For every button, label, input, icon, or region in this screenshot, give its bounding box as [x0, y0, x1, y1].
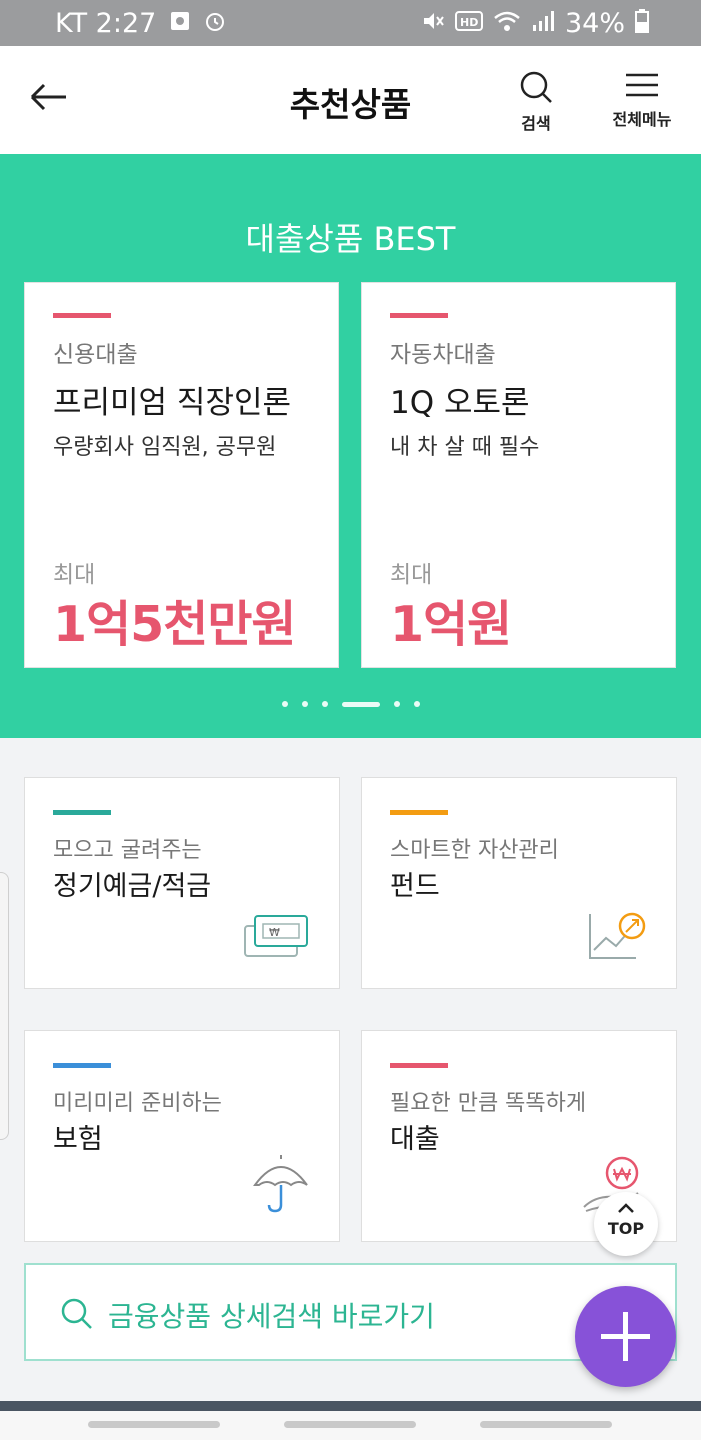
- wifi-icon: [493, 9, 521, 39]
- status-bar: KT 2:27 HD 34%: [0, 0, 701, 46]
- card-category: 신용대출: [53, 342, 138, 368]
- umbrella-icon: [253, 1155, 309, 1217]
- category-title: 보험: [53, 1124, 103, 1155]
- scroll-top-label: TOP: [607, 1219, 645, 1238]
- menu-button[interactable]: 전체메뉴: [608, 70, 676, 130]
- carrier-time: KT 2:27: [55, 8, 157, 39]
- card-max-label: 최대: [53, 562, 96, 588]
- category-subtitle: 미리미리 준비하는: [53, 1091, 222, 1116]
- signal-icon: [531, 9, 555, 39]
- page-dot[interactable]: [393, 701, 400, 707]
- detail-search-label: 금융상품 상세검색 바로가기: [108, 1300, 435, 1333]
- page-dot[interactable]: [281, 701, 288, 707]
- menu-label: 전체메뉴: [612, 110, 672, 129]
- search-label: 검색: [521, 114, 551, 133]
- category-title: 정기예금/적금: [53, 871, 212, 902]
- card-amount: 1억원: [390, 596, 512, 653]
- status-left: KT 2:27: [55, 8, 226, 39]
- page-dot[interactable]: [321, 701, 328, 707]
- back-button[interactable]: [28, 76, 72, 120]
- category-title: 펀드: [390, 871, 440, 902]
- search-icon: [60, 1297, 94, 1335]
- loan-card-auto[interactable]: 자동차대출 1Q 오토론 내 차 살 때 필수 최대 1억원: [361, 282, 676, 668]
- app-header: 추천상품 검색 전체메뉴: [0, 46, 701, 154]
- back-arrow-icon: [30, 83, 66, 111]
- card-description: 내 차 살 때 필수: [390, 435, 540, 460]
- deposit-cards-icon: ₩: [243, 912, 311, 962]
- battery-icon: [635, 8, 649, 39]
- page-title: 추천상품: [289, 85, 412, 124]
- hamburger-menu-icon: [626, 73, 658, 97]
- hero-carousel: 대출상품 BEST 신용대출 프리미엄 직장인론 우량회사 임직원, 공무원 최…: [0, 154, 701, 738]
- card-max-label: 최대: [390, 562, 433, 588]
- nav-back-button[interactable]: [480, 1421, 612, 1428]
- page-dot-active[interactable]: [341, 701, 380, 707]
- side-drawer-handle[interactable]: [0, 872, 9, 1140]
- card-product-name: 1Q 오토론: [390, 385, 530, 421]
- card-category: 자동차대출: [390, 342, 496, 368]
- category-card-deposit[interactable]: 모으고 굴려주는 정기예금/적금 ₩: [24, 777, 340, 989]
- search-button[interactable]: 검색: [515, 70, 557, 134]
- hd-icon: HD: [454, 10, 483, 38]
- card-accent-bar: [390, 1063, 448, 1068]
- add-fab-button[interactable]: [575, 1286, 676, 1387]
- alarm-icon: [204, 10, 226, 38]
- status-right: HD 34%: [421, 8, 649, 39]
- card-accent-bar: [53, 1063, 111, 1068]
- page-dot[interactable]: [301, 701, 308, 707]
- loan-card-credit[interactable]: 신용대출 프리미엄 직장인론 우량회사 임직원, 공무원 최대 1억5천만원: [24, 282, 339, 668]
- card-product-name: 프리미엄 직장인론: [53, 385, 292, 421]
- svg-text:HD: HD: [460, 16, 478, 29]
- card-accent-bar: [53, 313, 111, 318]
- category-subtitle: 필요한 만큼 똑똑하게: [390, 1091, 587, 1116]
- category-subtitle: 스마트한 자산관리: [390, 838, 559, 863]
- scroll-top-button[interactable]: TOP: [594, 1192, 658, 1256]
- hero-title: 대출상품 BEST: [245, 220, 456, 258]
- search-icon: [520, 71, 552, 103]
- category-title: 대출: [390, 1124, 440, 1155]
- page-dot[interactable]: [413, 701, 420, 707]
- mute-icon: [421, 9, 445, 39]
- carousel-pagination: [0, 698, 701, 710]
- category-card-insurance[interactable]: 미리미리 준비하는 보험: [24, 1030, 340, 1242]
- card-accent-bar: [53, 810, 111, 815]
- plus-icon-vertical: [623, 1312, 628, 1361]
- card-description: 우량회사 임직원, 공무원: [53, 435, 277, 460]
- screen-record-icon: [170, 11, 190, 37]
- card-accent-bar: [390, 313, 448, 318]
- battery-level: 34%: [564, 8, 625, 39]
- nav-home-button[interactable]: [284, 1421, 416, 1428]
- fund-chart-icon: [586, 908, 648, 966]
- category-card-fund[interactable]: 스마트한 자산관리 펀드: [361, 777, 677, 989]
- card-amount: 1억5천만원: [53, 596, 297, 653]
- category-subtitle: 모으고 굴려주는: [53, 838, 202, 863]
- nav-recent-button[interactable]: [88, 1421, 220, 1428]
- card-accent-bar: [390, 810, 448, 815]
- chevron-up-icon: [594, 1199, 658, 1219]
- svg-text:₩: ₩: [269, 926, 280, 939]
- bottom-divider: [0, 1401, 701, 1411]
- system-nav-bar: [0, 1411, 701, 1440]
